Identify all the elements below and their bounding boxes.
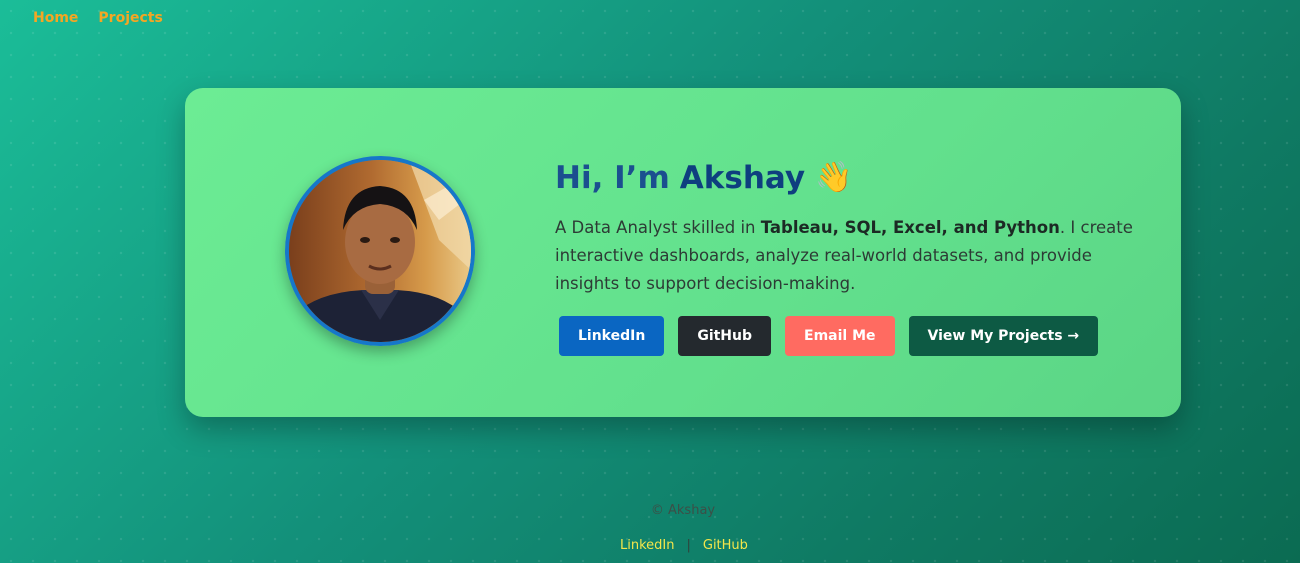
footer-linkedin-link[interactable]: LinkedIn (620, 538, 674, 553)
waving-hand-icon: 👋 (815, 160, 853, 195)
footer-separator: | (686, 538, 691, 553)
social-buttons: LinkedIn GitHub Email Me View My Project… (559, 316, 1135, 356)
bio-prefix: A Data Analyst skilled in (555, 218, 761, 237)
bio-skills: Tableau, SQL, Excel, and Python (760, 218, 1060, 237)
linkedin-button[interactable]: LinkedIn (559, 316, 665, 356)
github-button[interactable]: GitHub (678, 316, 772, 356)
bio-paragraph: A Data Analyst skilled in Tableau, SQL, … (555, 214, 1135, 298)
nav-home-link[interactable]: Home (33, 10, 78, 26)
name-text: Akshay (679, 160, 806, 196)
nav-projects-link[interactable]: Projects (98, 10, 162, 26)
footer-links: LinkedIn | GitHub (620, 538, 748, 553)
top-nav: Home Projects (33, 10, 163, 26)
email-me-button[interactable]: Email Me (785, 316, 895, 356)
hero-card: Hi, I’m Akshay 👋 A Data Analyst skilled … (185, 88, 1181, 417)
avatar (285, 156, 475, 346)
profile-photo (289, 160, 471, 342)
greeting-text: Hi, I’m (555, 160, 670, 196)
footer-github-link[interactable]: GitHub (703, 538, 748, 553)
copyright-text: © Akshay (650, 503, 716, 518)
intro: Hi, I’m Akshay 👋 A Data Analyst skilled … (555, 160, 1135, 356)
view-projects-button[interactable]: View My Projects → (908, 316, 1099, 356)
hero-heading: Hi, I’m Akshay 👋 (555, 160, 1135, 196)
